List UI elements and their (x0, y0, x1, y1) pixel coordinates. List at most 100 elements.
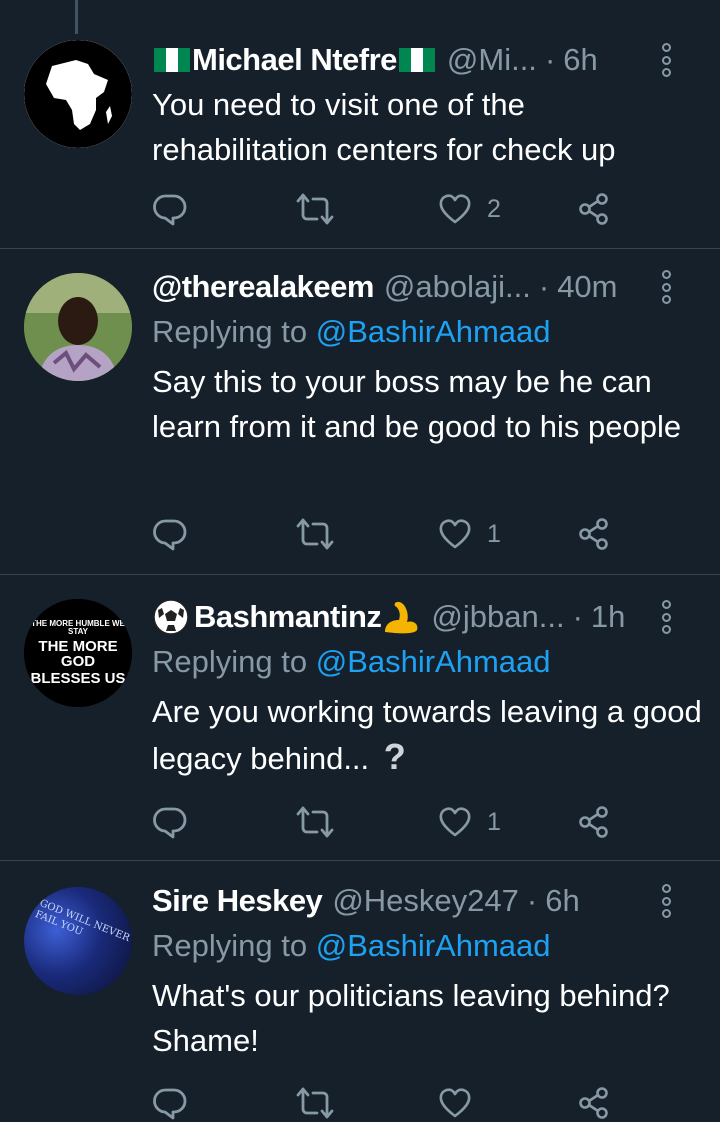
retweet-icon (296, 806, 334, 838)
tweet-header: Bashmantinz @jbban... · 1h (152, 595, 702, 639)
sign-text: GOD WILL NEVER FAIL YOU (33, 898, 131, 956)
person-photo-icon (24, 273, 132, 381)
share-button[interactable] (577, 1085, 611, 1121)
avatar[interactable]: GOD WILL NEVER FAIL YOU (24, 887, 132, 995)
more-options-icon[interactable] (660, 270, 672, 304)
tweet-header: Michael Ntefre @Mi... · 6h (152, 38, 702, 82)
timestamp[interactable]: 1h (591, 599, 625, 635)
replying-to-label: Replying to (152, 644, 308, 679)
tweet-text: Are you working towards leaving a good l… (152, 694, 702, 776)
more-options-icon[interactable] (660, 43, 672, 77)
mention-link[interactable]: @BashirAhmaad (316, 644, 551, 679)
sign-word: NEVER (91, 919, 132, 945)
share-icon (579, 518, 608, 550)
user-handle[interactable]: @abolaji... (384, 269, 531, 305)
heart-icon (439, 1088, 471, 1118)
retweet-icon (296, 193, 334, 225)
reply-button[interactable] (152, 804, 188, 840)
tweet-text: You need to visit one of the rehabilitat… (152, 87, 616, 167)
more-options-icon[interactable] (660, 884, 672, 918)
display-name[interactable]: Sire Heskey (152, 883, 323, 919)
separator-dot: · (538, 269, 550, 304)
timestamp[interactable]: 40m (557, 269, 617, 305)
replying-to-label: Replying to (152, 314, 308, 349)
share-button[interactable] (577, 191, 611, 227)
africa-map-icon (24, 40, 132, 148)
question-mark-icon: ? (383, 736, 406, 777)
retweet-button[interactable] (295, 191, 335, 227)
share-icon (579, 806, 608, 838)
share-icon (579, 193, 608, 225)
reply-icon (153, 807, 187, 839)
quote-text-image: THE MORE HUMBLE WE STAY THE MORE GOD BLE… (24, 599, 132, 707)
tweet-card[interactable]: Michael Ntefre @Mi... · 6h You need to v… (0, 0, 720, 249)
share-icon (579, 1087, 608, 1119)
avatar-quote-line: BLESSES US (30, 670, 126, 687)
replying-to-label: Replying to (152, 928, 308, 963)
like-button[interactable]: 1 (437, 516, 501, 552)
reply-button[interactable] (152, 516, 188, 552)
avatar[interactable] (24, 40, 132, 148)
tweet-card[interactable]: @therealakeem @abolaji... · 40m Replying… (0, 249, 720, 575)
user-handle[interactable]: @Heskey247 (332, 883, 519, 919)
mention-link[interactable]: @BashirAhmaad (316, 314, 551, 349)
nigeria-flag-icon (154, 48, 190, 72)
user-handle[interactable]: @Mi... (447, 42, 537, 78)
avatar-quote-line: THE MORE HUMBLE WE STAY (31, 619, 125, 636)
avatar[interactable]: THE MORE HUMBLE WE STAY THE MORE GOD BLE… (24, 599, 132, 707)
separator-dot: · (544, 42, 556, 77)
reply-icon (153, 194, 187, 226)
separator-dot: · (572, 599, 583, 634)
like-button[interactable]: 2 (437, 191, 501, 227)
tweet-text: What's our politicians leaving behind? S… (152, 978, 670, 1058)
display-name[interactable]: @therealakeem (152, 269, 374, 305)
retweet-icon (296, 518, 334, 550)
like-count: 2 (487, 194, 501, 223)
tweet-actions: 2 (152, 189, 622, 229)
replying-to-line: Replying to @BashirAhmaad (152, 639, 702, 685)
tweet-text-container: Are you working towards leaving a good l… (152, 689, 702, 781)
reply-button[interactable] (152, 1085, 188, 1121)
flexed-biceps-icon (385, 601, 418, 634)
replying-to-line: Replying to @BashirAhmaad (152, 309, 702, 355)
heart-icon (439, 194, 471, 224)
blue-sign-image: GOD WILL NEVER FAIL YOU (24, 887, 132, 995)
user-handle[interactable]: @jbban... (431, 599, 564, 635)
display-name[interactable]: Michael Ntefre (192, 42, 397, 78)
retweet-icon (296, 1087, 334, 1119)
retweet-button[interactable] (295, 804, 335, 840)
replying-to-line: Replying to @BashirAhmaad (152, 923, 702, 969)
tweet-actions: 1 (152, 514, 622, 554)
tweet-actions (152, 1083, 622, 1122)
tweet-text: Say this to your boss may be he can lear… (152, 364, 682, 444)
avatar[interactable] (24, 273, 132, 381)
reply-icon (153, 519, 187, 551)
share-button[interactable] (577, 804, 611, 840)
reply-icon (153, 1088, 187, 1120)
like-button[interactable]: 1 (437, 804, 501, 840)
tweet-card[interactable]: THE MORE HUMBLE WE STAY THE MORE GOD BLE… (0, 575, 720, 861)
mention-link[interactable]: @BashirAhmaad (316, 928, 551, 963)
heart-icon (439, 519, 471, 549)
reply-button[interactable] (152, 191, 188, 227)
nigeria-flag-icon (398, 48, 435, 72)
reply-feed: Michael Ntefre @Mi... · 6h You need to v… (0, 0, 720, 1122)
retweet-button[interactable] (295, 516, 335, 552)
share-button[interactable] (577, 516, 611, 552)
avatar-quote-line: THE MORE GOD (38, 638, 118, 670)
tweet-actions: 1 (152, 802, 622, 842)
separator-dot: · (526, 883, 538, 918)
more-options-icon[interactable] (660, 600, 672, 634)
like-count: 1 (487, 519, 501, 548)
like-count: 1 (487, 807, 501, 836)
timestamp[interactable]: 6h (545, 883, 579, 919)
tweet-card[interactable]: GOD WILL NEVER FAIL YOU Sire Heskey @Hes… (0, 861, 720, 1122)
tweet-header: Sire Heskey @Heskey247 · 6h (152, 879, 702, 923)
display-name[interactable]: Bashmantinz (194, 599, 382, 635)
like-button[interactable] (437, 1085, 487, 1121)
tweet-header: @therealakeem @abolaji... · 40m (152, 265, 702, 309)
timestamp[interactable]: 6h (563, 42, 597, 78)
retweet-button[interactable] (295, 1085, 335, 1121)
heart-icon (439, 807, 471, 837)
soccer-ball-icon (153, 599, 189, 635)
